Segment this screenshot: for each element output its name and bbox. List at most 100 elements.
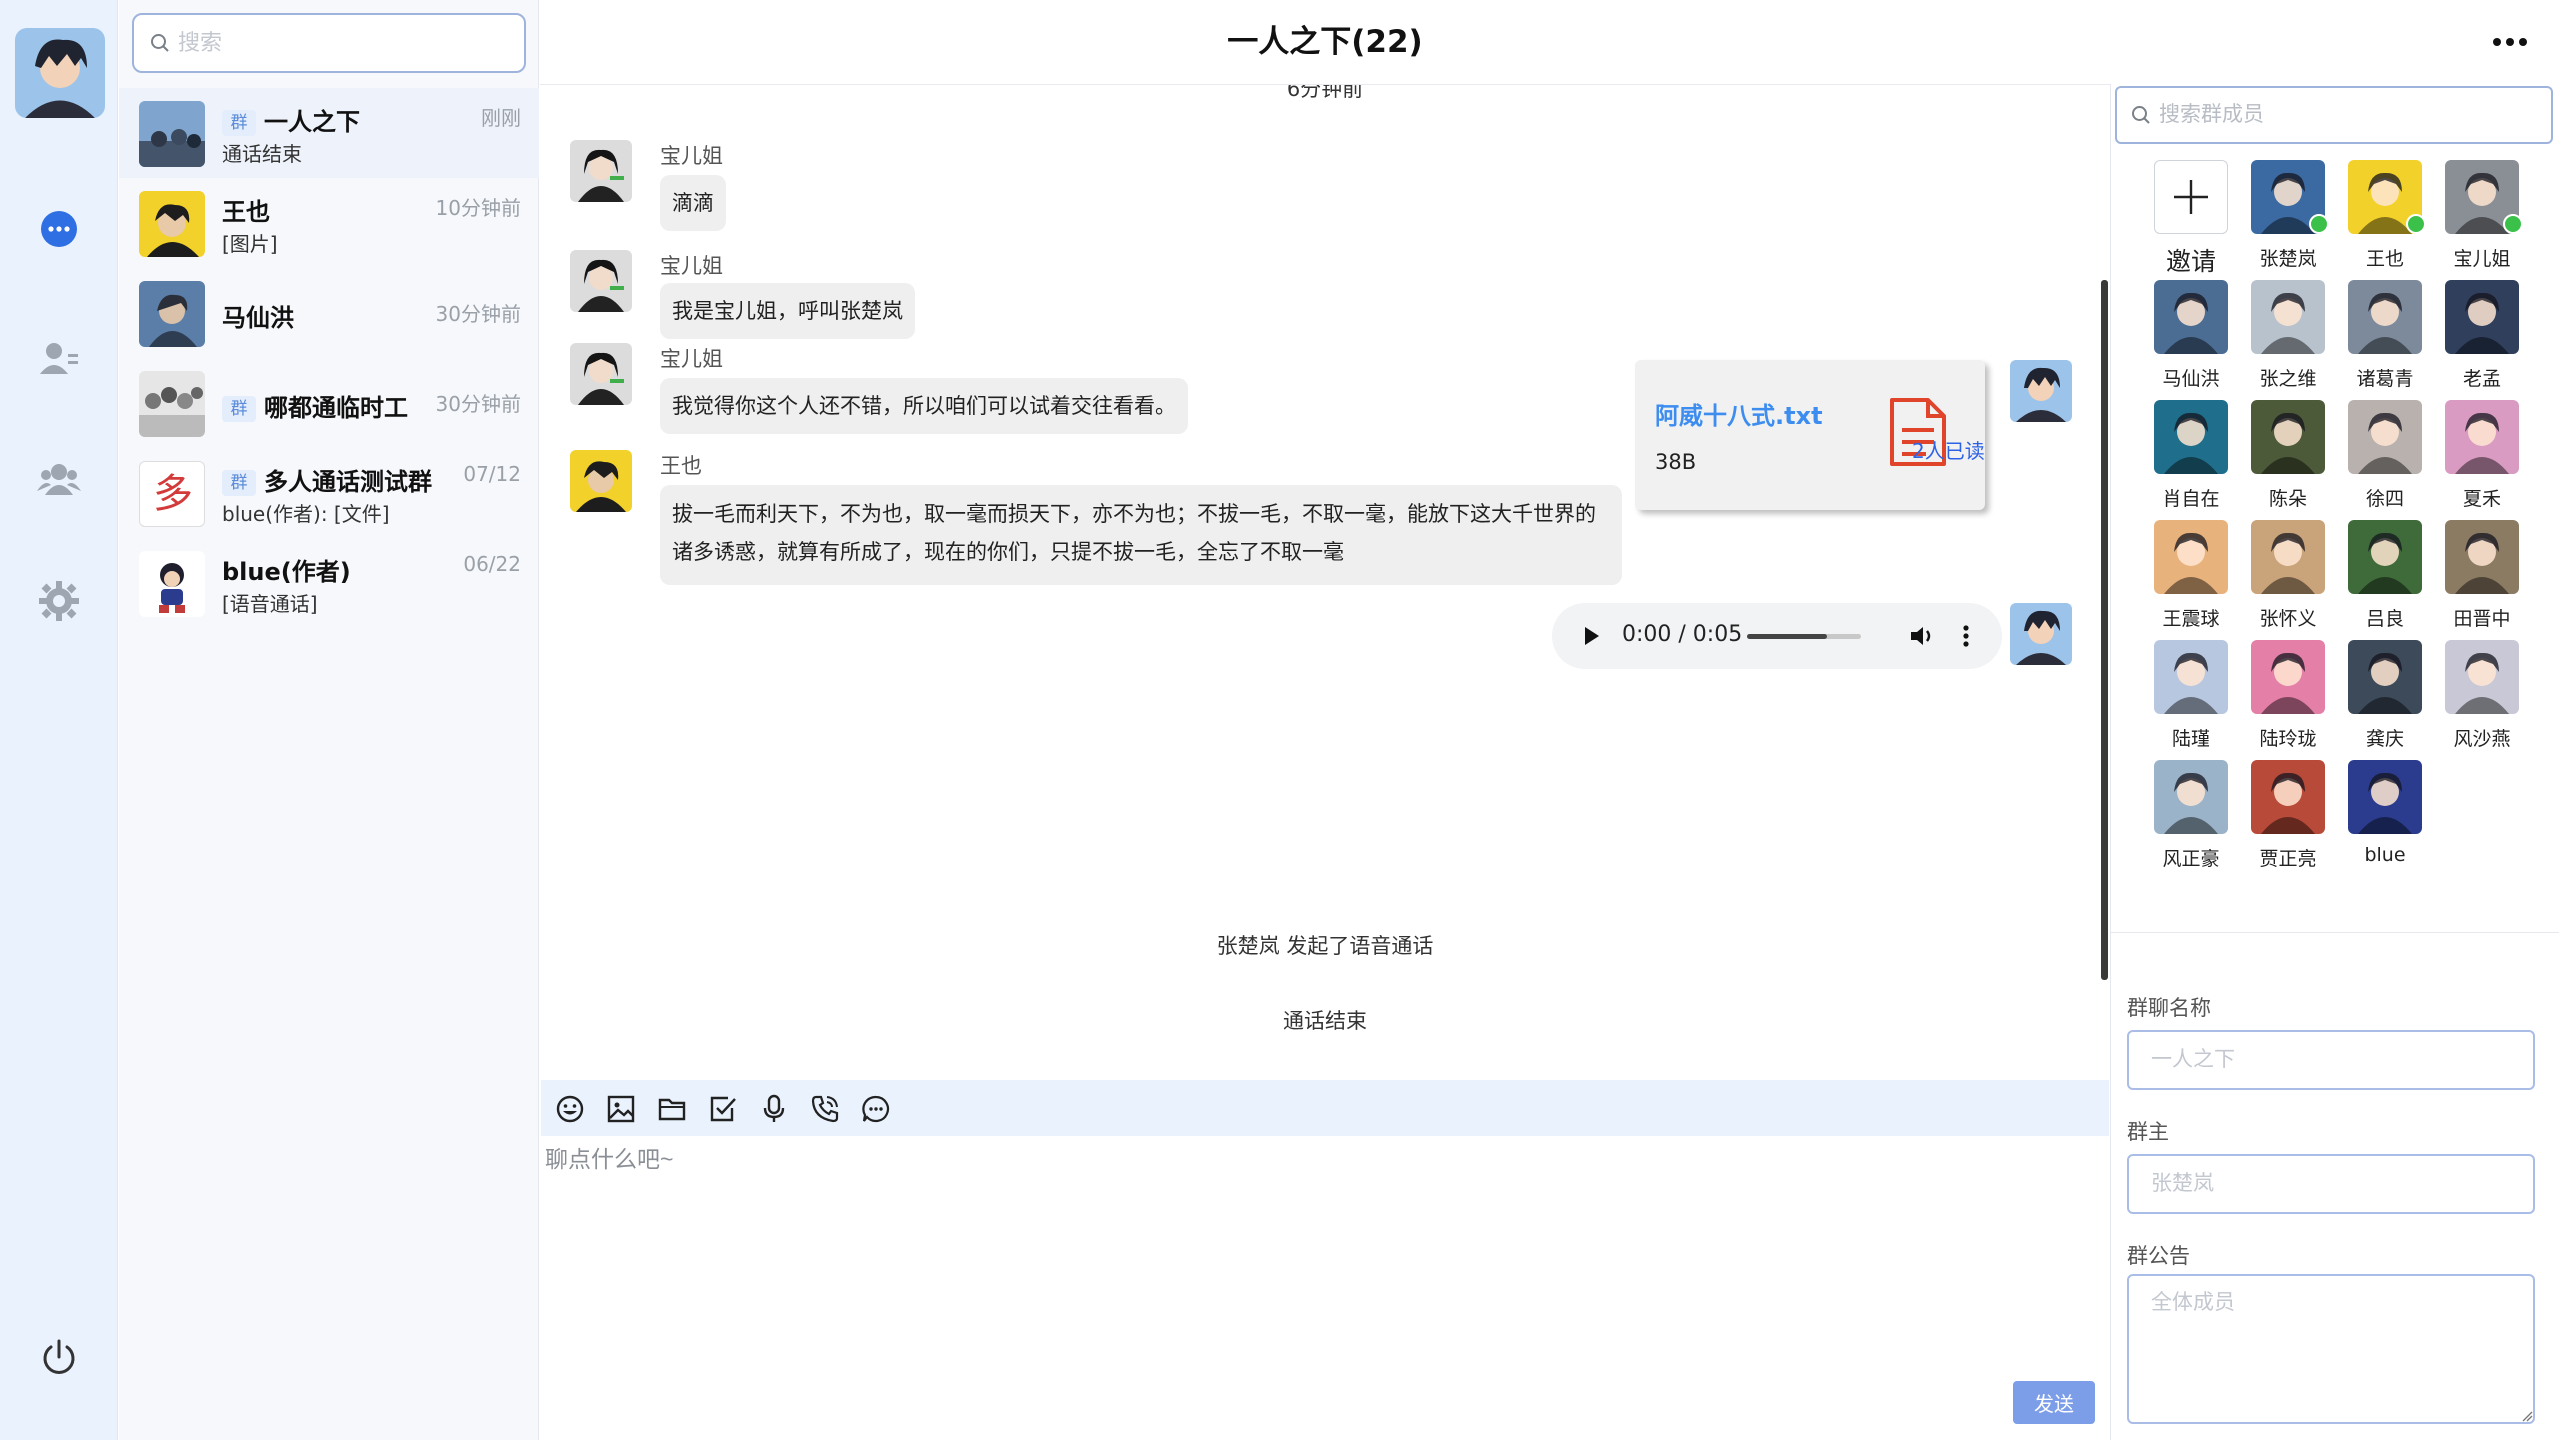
member-item[interactable]: 吕良 <box>2340 520 2430 635</box>
session-avatar <box>139 371 205 437</box>
member-item[interactable]: 张之维 <box>2243 280 2333 395</box>
settings-nav-button[interactable] <box>30 572 88 630</box>
chat-title: 一人之下(22) <box>1227 24 1423 60</box>
groups-nav-button[interactable] <box>30 450 88 508</box>
member-item[interactable]: 王震球 <box>2146 520 2236 635</box>
member-name: 贾正亮 <box>2259 848 2317 870</box>
message-avatar[interactable] <box>570 343 632 405</box>
group-tag: 群 <box>222 470 256 496</box>
resize-grip-icon[interactable] <box>2521 1410 2533 1422</box>
online-indicator <box>2406 214 2426 234</box>
call-button[interactable] <box>808 1092 842 1126</box>
session-name: 王也 <box>222 198 270 226</box>
member-item[interactable]: 老孟 <box>2437 280 2527 395</box>
member-avatar <box>2154 760 2228 834</box>
group-notice-input[interactable] <box>2127 1274 2535 1424</box>
composer-toolbar <box>541 1080 2109 1136</box>
member-item[interactable]: 诸葛青 <box>2340 280 2430 395</box>
session-preview: 通话结束 <box>222 142 302 166</box>
member-item[interactable]: 贾正亮 <box>2243 760 2333 875</box>
member-avatar <box>2154 280 2228 354</box>
member-item[interactable]: 宝儿姐 <box>2437 160 2527 275</box>
member-item[interactable]: 王也 <box>2340 160 2430 275</box>
member-item[interactable]: 张楚岚 <box>2243 160 2333 275</box>
current-user-avatar[interactable] <box>15 28 105 118</box>
session-list: 群一人之下 刚刚 通话结束 王也 10分钟前 [图片] 马仙洪 30分钟前 群哪… <box>119 0 539 1440</box>
member-item[interactable]: blue <box>2340 760 2430 875</box>
message-list[interactable]: 6分钟前 宝儿姐 滴滴 宝儿姐 我是宝儿姐，呼叫张楚岚 阿威十八式.txt 38… <box>540 85 2110 1078</box>
more-chat-button[interactable] <box>859 1092 893 1126</box>
member-avatar <box>2348 280 2422 354</box>
member-name: 肖自在 <box>2162 488 2220 510</box>
member-item[interactable]: 陆瑾 <box>2146 640 2236 755</box>
member-search[interactable] <box>2115 86 2553 144</box>
session-item[interactable]: blue(作者) 06/22 [语音通话] <box>119 538 539 628</box>
member-name: 田晋中 <box>2453 608 2511 630</box>
member-item[interactable]: 肖自在 <box>2146 400 2236 515</box>
member-name: 诸葛青 <box>2356 368 2414 390</box>
session-time: 10分钟前 <box>435 196 521 220</box>
chat-nav-button[interactable] <box>30 200 88 258</box>
send-button[interactable]: 发送 <box>2013 1381 2095 1424</box>
member-item[interactable]: 陆玲珑 <box>2243 640 2333 755</box>
session-avatar-text: 多 <box>153 471 193 517</box>
audio-menu-icon[interactable] <box>1962 624 1970 648</box>
session-search-input[interactable] <box>178 25 508 61</box>
member-avatar <box>2251 280 2325 354</box>
member-item[interactable]: 夏禾 <box>2437 400 2527 515</box>
volume-icon[interactable] <box>1909 624 1935 648</box>
session-item[interactable]: 群一人之下 刚刚 通话结束 <box>119 88 539 178</box>
member-item[interactable]: 风沙燕 <box>2437 640 2527 755</box>
session-name: blue(作者) <box>222 558 351 586</box>
member-avatar <box>2348 400 2422 474</box>
member-item[interactable]: 龚庆 <box>2340 640 2430 755</box>
file-button[interactable] <box>655 1092 689 1126</box>
message-avatar[interactable] <box>570 250 632 312</box>
contacts-icon <box>40 343 78 374</box>
member-item[interactable]: 陈朵 <box>2243 400 2333 515</box>
more-options-button[interactable] <box>2480 24 2540 60</box>
invite-button[interactable]: 邀请 <box>2146 160 2236 276</box>
phone-icon <box>811 1095 839 1123</box>
emoji-button[interactable] <box>553 1092 587 1126</box>
member-item[interactable]: 风正豪 <box>2146 760 2236 875</box>
member-name: 徐四 <box>2365 488 2404 510</box>
my-avatar[interactable] <box>2010 360 2072 422</box>
session-time: 30分钟前 <box>435 302 521 326</box>
image-button[interactable] <box>604 1092 638 1126</box>
member-search-input[interactable] <box>2159 98 2539 132</box>
voice-button[interactable] <box>757 1092 791 1126</box>
play-icon[interactable] <box>1582 625 1602 647</box>
message-avatar[interactable] <box>570 140 632 202</box>
member-item[interactable]: 张怀义 <box>2243 520 2333 635</box>
member-name: 夏禾 <box>2462 488 2501 510</box>
my-avatar[interactable] <box>2010 603 2072 665</box>
group-name-input[interactable] <box>2127 1030 2535 1090</box>
contacts-nav-button[interactable] <box>30 330 88 388</box>
session-item[interactable]: 王也 10分钟前 [图片] <box>119 178 539 268</box>
nav-rail <box>0 0 118 1440</box>
member-name: 王震球 <box>2162 608 2220 630</box>
session-item[interactable]: 马仙洪 30分钟前 <box>119 268 539 358</box>
member-item[interactable]: 马仙洪 <box>2146 280 2236 395</box>
message-input[interactable] <box>545 1140 2095 1370</box>
member-name: 王也 <box>2365 248 2404 270</box>
session-search[interactable] <box>132 13 526 73</box>
folder-icon <box>658 1098 686 1121</box>
session-item[interactable]: 多 群多人通话测试群 07/12 blue(作者): [文件] <box>119 448 539 538</box>
member-item[interactable]: 徐四 <box>2340 400 2430 515</box>
logout-button[interactable] <box>30 1328 88 1386</box>
online-indicator <box>2503 214 2523 234</box>
search-icon <box>151 34 169 52</box>
message-timestamp: 6分钟前 <box>1286 85 1364 101</box>
session-item[interactable]: 群哪都通临时工 30分钟前 <box>119 358 539 448</box>
message-avatar[interactable] <box>570 450 632 512</box>
audio-progress-track[interactable] <box>1747 634 1861 639</box>
session-name: 马仙洪 <box>222 304 294 332</box>
mic-icon <box>763 1094 785 1122</box>
group-owner-input[interactable] <box>2127 1154 2535 1214</box>
poll-button[interactable] <box>706 1092 740 1126</box>
member-item[interactable]: 田晋中 <box>2437 520 2527 635</box>
audio-player[interactable]: 0:00 / 0:05 <box>1552 603 2002 669</box>
message-scrollbar[interactable] <box>2101 280 2108 980</box>
